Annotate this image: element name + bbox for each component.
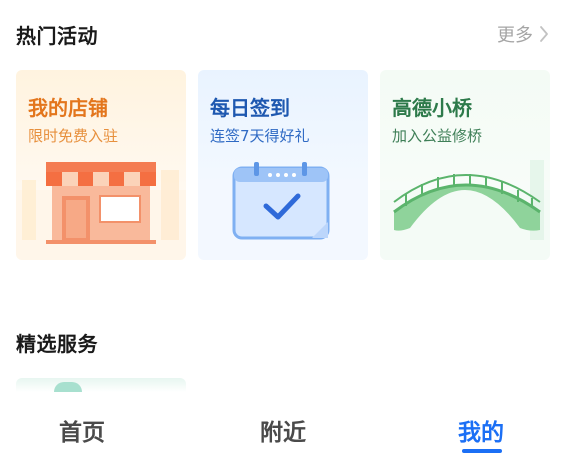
tab-mine[interactable]: 我的 [421,413,541,447]
activity-card-my-store[interactable]: 我的店铺 限时免费入驻 [16,70,186,260]
activity-card-daily-checkin[interactable]: 每日签到 连签7天得好礼 [198,70,368,260]
profile-page: 热门活动 更多 我的店铺 限时免费入驻 每日签到 连签7天得好礼 高德小桥 加入… [0,0,561,467]
chevron-right-icon [539,25,549,43]
card-title: 我的店铺 [28,96,108,120]
storefront-icon [16,150,186,260]
bridge-icon [380,150,550,260]
activity-cards: 我的店铺 限时免费入驻 每日签到 连签7天得好礼 高德小桥 加入公益修桥 [16,70,561,260]
card-title: 高德小桥 [392,96,472,120]
tab-nearby[interactable]: 附近 [223,413,343,447]
featured-services-title: 精选服务 [16,332,98,356]
more-label: 更多 [497,25,533,46]
card-subtitle: 加入公益修桥 [392,127,483,145]
tab-home[interactable]: 首页 [22,413,142,447]
more-link[interactable]: 更多 [497,21,549,47]
card-subtitle: 限时免费入驻 [28,127,119,145]
calendar-check-icon [198,150,368,260]
service-card-peek[interactable] [16,378,186,392]
bottom-tab-bar: 首页 附近 我的 [0,395,561,467]
card-title: 每日签到 [210,96,290,120]
card-subtitle: 连签7天得好礼 [210,127,310,145]
active-tab-indicator [462,449,502,453]
hot-activities-title: 热门活动 [16,23,98,48]
service-icon [54,382,82,392]
hot-activities-header: 热门活动 更多 [16,18,549,50]
activity-card-gaode-bridge[interactable]: 高德小桥 加入公益修桥 [380,70,550,260]
